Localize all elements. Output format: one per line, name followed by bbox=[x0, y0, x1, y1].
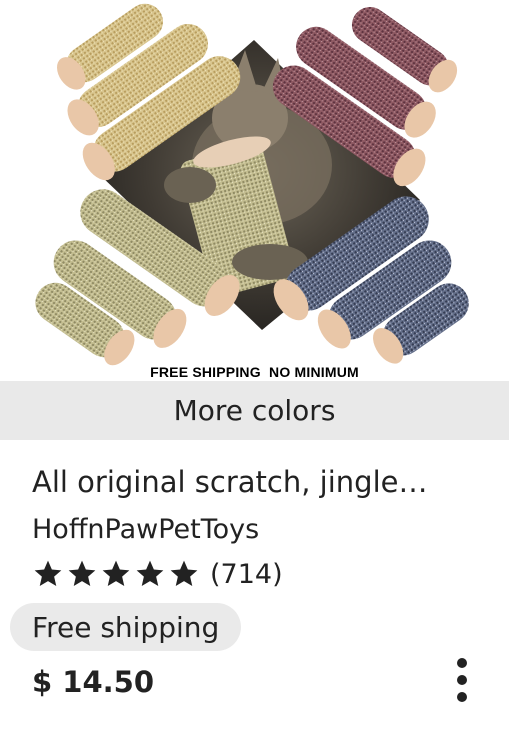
more-vertical-icon-dot bbox=[457, 692, 467, 702]
review-count: (714) bbox=[210, 558, 283, 590]
more-vertical-icon bbox=[457, 658, 467, 668]
star-icon bbox=[68, 560, 96, 586]
star-icon bbox=[170, 560, 198, 586]
listing-image[interactable]: FREE SHIPPING NO MINIMUM bbox=[0, 0, 509, 381]
free-shipping-badge: Free shipping bbox=[10, 603, 242, 651]
star-icon bbox=[34, 560, 62, 586]
listing-card[interactable]: FREE SHIPPING NO MINIMUM More colors All… bbox=[0, 0, 509, 731]
image-promo-text: FREE SHIPPING NO MINIMUM bbox=[150, 364, 359, 380]
listing-title[interactable]: All original scratch, jingle… bbox=[32, 460, 482, 504]
product-photo bbox=[35, 3, 469, 366]
price: $ 14.50 bbox=[32, 665, 155, 699]
star-rating bbox=[32, 558, 200, 590]
more-vertical-icon-dot bbox=[457, 675, 467, 685]
star-icon bbox=[102, 560, 130, 586]
rating-row: (714) bbox=[32, 552, 283, 596]
star-icon bbox=[136, 560, 164, 586]
heart-outline-icon bbox=[440, 28, 484, 67]
more-options-button[interactable] bbox=[446, 652, 478, 708]
shop-name[interactable]: HoffnPawPetToys bbox=[32, 508, 259, 552]
more-colors-banner[interactable]: More colors bbox=[0, 381, 509, 440]
favorite-button[interactable] bbox=[434, 20, 490, 76]
